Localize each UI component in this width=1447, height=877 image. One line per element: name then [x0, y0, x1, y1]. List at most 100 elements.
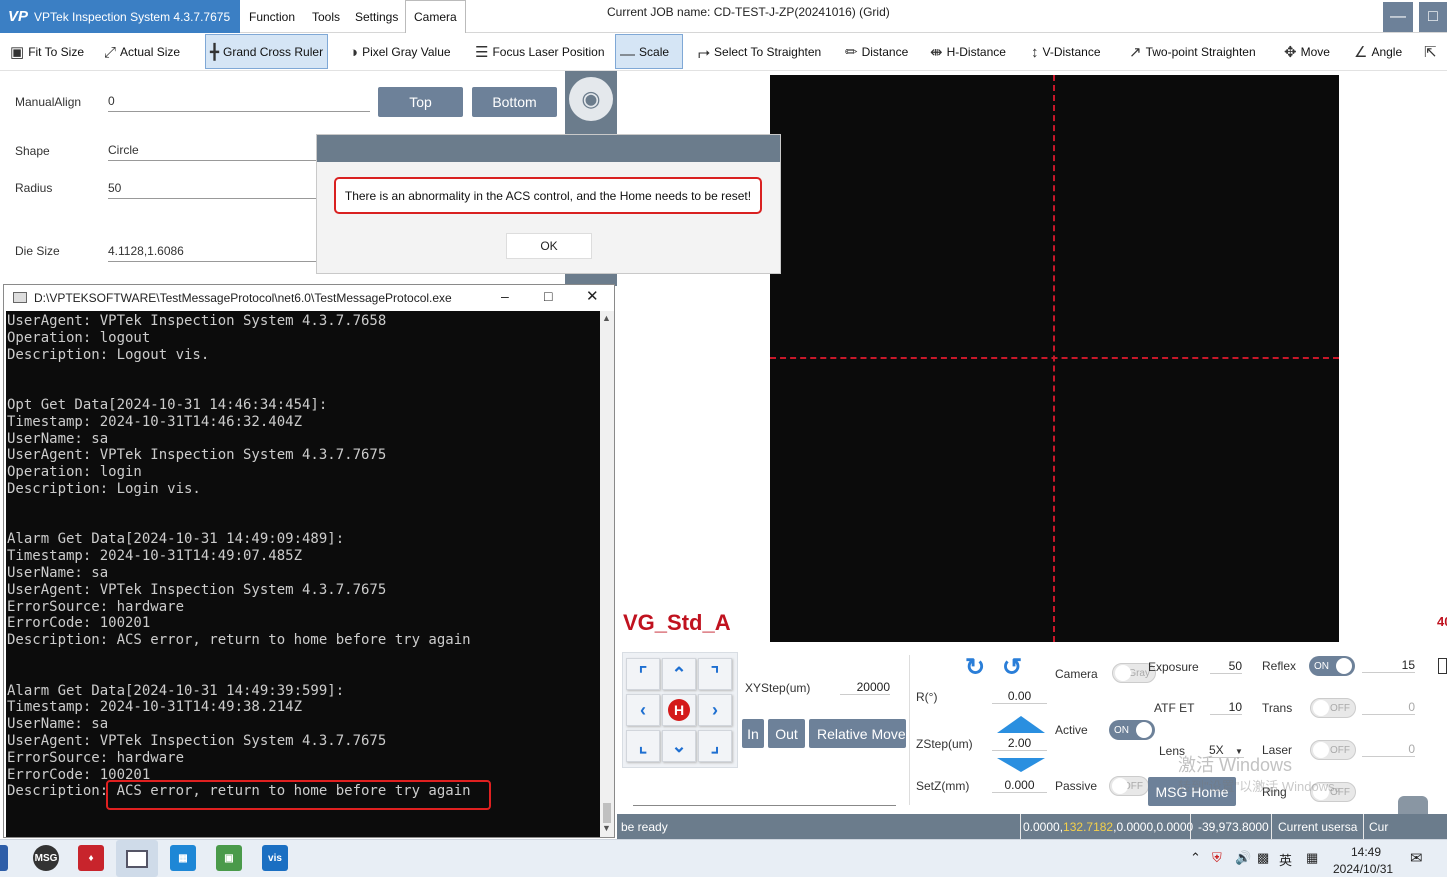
jog-down-right-button[interactable]: ⌟ — [698, 730, 732, 762]
dialog-header — [317, 135, 780, 162]
distance-button[interactable]: ✏ Distance — [841, 33, 912, 71]
r-label: R(°) — [916, 690, 938, 704]
console-close-button[interactable]: ✕ — [586, 287, 599, 305]
app-icon[interactable]: ▣ — [216, 845, 242, 871]
vis-app-icon[interactable]: vis — [262, 845, 288, 871]
scroll-down-icon[interactable]: ▼ — [602, 823, 611, 833]
msg-app-icon[interactable]: MSG — [33, 845, 59, 871]
camera-capture-icon[interactable]: ◉ — [569, 77, 613, 121]
die-size-field[interactable]: 4.1128,1.6086 — [108, 244, 318, 262]
app-icon[interactable]: ♦ — [78, 845, 104, 871]
two-point-straighten-button[interactable]: ↗ Two-point Straighten — [1125, 33, 1260, 71]
shape-field[interactable]: Circle — [108, 143, 318, 161]
v-distance-button[interactable]: ↕ V-Distance — [1027, 33, 1105, 71]
r-field[interactable]: 0.00 — [992, 689, 1047, 704]
pixel-gray-value-button[interactable]: ◑ Pixel Gray Value — [345, 33, 455, 71]
in-button[interactable]: In — [742, 719, 764, 748]
clock-time[interactable]: 14:49 — [1351, 845, 1381, 859]
jog-left-button[interactable]: ‹ — [626, 694, 660, 726]
atf-et-field[interactable]: 10 — [1210, 700, 1242, 715]
shield-icon[interactable]: ⛨ — [1212, 850, 1222, 866]
reflex-field[interactable]: 15 — [1362, 658, 1415, 673]
dialog-ok-button[interactable]: OK — [506, 233, 592, 259]
minimize-button[interactable]: — — [1383, 2, 1413, 32]
setz-field[interactable]: 0.000 — [992, 778, 1047, 793]
relative-move-button[interactable]: Relative Move — [809, 719, 906, 748]
divider — [633, 805, 896, 806]
jog-right-button[interactable]: › — [698, 694, 732, 726]
console-line: UserAgent: VPTek Inspection System 4.3.7… — [7, 447, 387, 464]
menu-tools[interactable]: Tools — [304, 0, 348, 33]
home-icon: H — [668, 699, 690, 721]
home-jog-button[interactable]: H — [662, 694, 696, 726]
active-toggle[interactable]: ON — [1109, 720, 1155, 740]
console-line: Description: ACS error, return to home b… — [7, 632, 471, 649]
focus-laser-position-button[interactable]: ☰ Focus Laser Position — [471, 33, 609, 71]
menu-camera[interactable]: Camera — [405, 0, 466, 33]
zstep-field[interactable]: 2.00 — [992, 736, 1047, 751]
divider — [1190, 814, 1191, 839]
angle-icon: ∠ — [1354, 44, 1368, 61]
clock-date[interactable]: 2024/10/31 — [1333, 862, 1393, 876]
fit-to-size-button[interactable]: ▣ Fit To Size — [6, 33, 88, 71]
scale-button[interactable]: ⎼ Scale — [615, 34, 683, 69]
trans-field[interactable]: 0 — [1362, 700, 1415, 715]
trans-toggle[interactable]: OFF — [1310, 698, 1356, 718]
top-button[interactable]: Top — [378, 87, 463, 117]
laser-field[interactable]: 0 — [1362, 742, 1415, 757]
app-icon[interactable]: ▦ — [170, 845, 196, 871]
keyboard-icon[interactable]: ▦ — [1306, 850, 1318, 866]
jog-down-button[interactable]: ⌄ — [662, 730, 696, 762]
move-button[interactable]: ✥ Move — [1280, 33, 1334, 71]
menu-function[interactable]: Function — [241, 0, 303, 33]
jog-up-button[interactable]: ⌃ — [662, 658, 696, 690]
laser-toggle[interactable]: OFF — [1310, 740, 1356, 760]
h-distance-button[interactable]: ⇼ H-Distance — [926, 33, 1010, 71]
console-minimize-button[interactable]: – — [501, 288, 509, 304]
angle-button[interactable]: ∠ Angle — [1350, 33, 1406, 71]
active-taskbar-app[interactable] — [116, 840, 158, 877]
checkbox[interactable] — [1438, 658, 1447, 674]
console-maximize-button[interactable]: □ — [544, 288, 552, 304]
z-down-arrow-icon[interactable] — [997, 758, 1045, 772]
job-name: Current JOB name: CD-TEST-J-ZP(20241016)… — [607, 5, 890, 19]
xystep-field[interactable]: 20000 — [840, 680, 890, 695]
grand-cross-ruler-button[interactable]: ╋ Grand Cross Ruler — [205, 34, 329, 69]
passive-toggle[interactable]: OFF — [1109, 776, 1149, 796]
more-tool-button[interactable]: ⇱ — [1420, 33, 1441, 71]
scroll-up-icon[interactable]: ▲ — [602, 313, 611, 323]
z-up-arrow-icon[interactable] — [997, 716, 1045, 733]
rotate-cw-icon[interactable]: ↻ — [965, 653, 985, 682]
reflex-toggle[interactable]: ON — [1309, 656, 1355, 676]
network-icon[interactable]: ▩ — [1257, 850, 1269, 866]
divider — [1363, 814, 1364, 839]
scrollbar-thumb[interactable] — [603, 803, 611, 823]
jog-down-left-button[interactable]: ⌞ — [626, 730, 660, 762]
window-icon — [126, 849, 148, 868]
passive-label: Passive — [1055, 779, 1098, 793]
volume-icon[interactable]: 🔊 — [1235, 850, 1251, 866]
radius-label: Radius — [15, 181, 53, 195]
bottom-button[interactable]: Bottom — [472, 87, 557, 117]
exposure-field[interactable]: 50 — [1210, 659, 1242, 674]
start-icon[interactable] — [0, 845, 8, 871]
menu-settings[interactable]: Settings — [347, 0, 406, 33]
ime-indicator[interactable]: 英 — [1279, 850, 1292, 869]
manualalign-field[interactable]: 0 — [108, 94, 370, 112]
notification-icon[interactable]: ✉ — [1410, 849, 1423, 867]
jog-up-left-button[interactable]: ⌜ — [626, 658, 660, 690]
app-title: VP VPTek Inspection System 4.3.7.7675 — [0, 0, 240, 33]
out-button[interactable]: Out — [768, 719, 805, 748]
rotate-ccw-icon[interactable]: ↺ — [1002, 653, 1022, 682]
jog-up-right-button[interactable]: ⌝ — [698, 658, 732, 690]
select-to-straighten-button[interactable]: ⮣ Select To Straighten — [694, 33, 825, 71]
trans-label: Trans — [1262, 701, 1293, 715]
actual-size-button[interactable]: ⤢ Actual Size — [100, 33, 184, 71]
console-scrollbar[interactable]: ▲ ▼ — [600, 311, 614, 837]
radius-field[interactable]: 50 — [108, 181, 318, 199]
highlight-box — [106, 780, 491, 810]
chevron-up-icon[interactable]: ⌃ — [1190, 850, 1201, 866]
maximize-button[interactable]: □ — [1419, 2, 1447, 32]
